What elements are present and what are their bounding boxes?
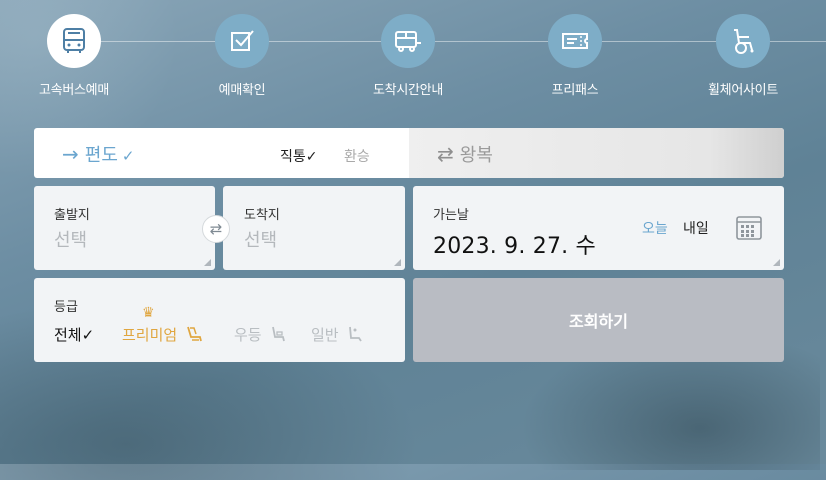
seat-grade-panel: 등급 전체✓ ♛ 프리미엄 우등 일반	[34, 278, 405, 362]
swap-icon: ⇄	[209, 220, 223, 238]
arrow-right-icon: →	[62, 142, 79, 166]
swap-arrows-icon: ⇄	[437, 142, 454, 166]
date-label: 가는날	[433, 208, 469, 223]
roundtrip-label: 왕복	[459, 145, 493, 166]
nav-item-wheelchair-site[interactable]: 휠체어사이트	[683, 14, 803, 98]
today-button[interactable]: 오늘	[642, 218, 668, 238]
general-seat-icon	[349, 326, 363, 342]
nav-item-arrival-time[interactable]: 도착시간안내	[348, 14, 468, 98]
arrival-label: 도착지	[244, 208, 280, 223]
direct-label: 직통	[280, 149, 306, 165]
nav-item-free-pass[interactable]: 프리패스	[515, 14, 635, 98]
nav-label: 고속버스예매	[39, 83, 109, 98]
tomorrow-button[interactable]: 내일	[683, 218, 709, 238]
checkbox-icon	[215, 14, 269, 68]
departure-placeholder: 선택	[54, 230, 88, 251]
bus-icon	[47, 14, 101, 68]
roundtrip-tab[interactable]: ⇄ 왕복	[409, 128, 784, 178]
ticket-icon	[548, 14, 602, 68]
grade-excellent-option[interactable]: 우등	[234, 324, 287, 345]
calendar-icon[interactable]	[735, 214, 763, 242]
swap-locations-button[interactable]: ⇄	[202, 215, 230, 243]
transfer-option[interactable]: 환승	[344, 146, 370, 166]
check-icon: ✓	[305, 149, 318, 165]
departure-date-selector[interactable]: 가는날 2023. 9. 27. 수 오늘 내일	[413, 186, 784, 270]
excellent-seat-icon	[272, 326, 286, 342]
nav-item-express-bus-booking[interactable]: 고속버스예매	[14, 14, 134, 98]
grade-all-option[interactable]: 전체✓	[54, 324, 94, 345]
nav-item-booking-check[interactable]: 예매확인	[182, 14, 302, 98]
grade-general-label: 일반	[311, 326, 339, 344]
bus-arrival-icon	[381, 14, 435, 68]
direct-option[interactable]: 직통✓	[280, 146, 318, 166]
nav-label: 도착시간안내	[373, 83, 443, 98]
departure-selector[interactable]: 출발지 선택	[34, 186, 215, 270]
check-icon: ✓	[81, 326, 95, 344]
departure-label: 출발지	[54, 208, 90, 223]
grade-label: 등급	[54, 300, 78, 315]
check-icon: ✓	[121, 147, 135, 165]
grade-general-option[interactable]: 일반	[311, 324, 364, 345]
oneway-tab[interactable]: → 편도 ✓	[62, 141, 134, 167]
search-button[interactable]: 조회하기	[413, 278, 784, 362]
premium-seat-icon	[187, 326, 202, 342]
nav-label: 예매확인	[218, 83, 266, 98]
corner-indicator	[204, 259, 211, 266]
grade-all-label: 전체	[54, 326, 82, 344]
date-value: 2023. 9. 27. 수	[433, 234, 596, 259]
grade-premium-option[interactable]: ♛ 프리미엄	[122, 305, 203, 345]
trip-type-bar: → 편도 ✓ 직통✓ 환승 ⇄ 왕복	[34, 128, 784, 178]
nav-label: 프리패스	[551, 83, 599, 98]
corner-indicator	[773, 259, 780, 266]
wheelchair-icon	[716, 14, 770, 68]
grade-premium-label: 프리미엄	[122, 326, 178, 344]
arrival-selector[interactable]: 도착지 선택	[223, 186, 405, 270]
corner-indicator	[394, 259, 401, 266]
grade-excellent-label: 우등	[234, 326, 262, 344]
oneway-label: 편도	[84, 145, 118, 166]
nav-label: 휠체어사이트	[708, 83, 778, 98]
crown-icon: ♛	[142, 305, 155, 321]
arrival-placeholder: 선택	[244, 230, 278, 251]
